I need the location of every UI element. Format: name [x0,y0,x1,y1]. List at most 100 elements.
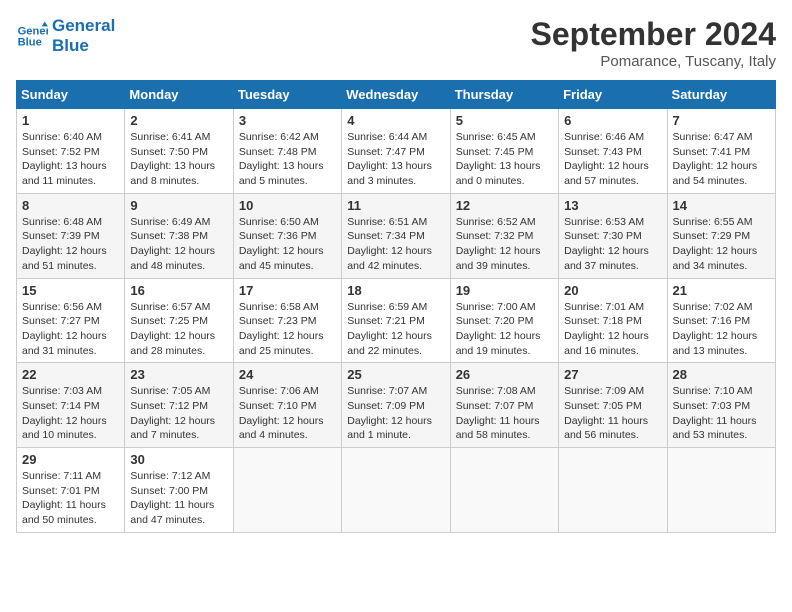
calendar-table: SundayMondayTuesdayWednesdayThursdayFrid… [16,80,776,533]
calendar-body: 1 Sunrise: 6:40 AMSunset: 7:52 PMDaylight… [17,109,776,533]
calendar-week-3: 15Sunrise: 6:56 AMSunset: 7:27 PMDayligh… [17,278,776,363]
day-number: 26 [456,367,553,382]
day-info: Sunrise: 7:01 AMSunset: 7:18 PMDaylight:… [564,300,661,359]
calendar-cell: 14Sunrise: 6:55 AMSunset: 7:29 PMDayligh… [667,193,775,278]
day-number: 5 [456,113,553,128]
day-number: 16 [130,283,227,298]
day-info: Sunrise: 6:51 AMSunset: 7:34 PMDaylight:… [347,215,444,274]
svg-text:Blue: Blue [18,36,42,48]
calendar-cell: 20 Sunrise: 7:01 AMSunset: 7:18 PMDayligh… [559,278,667,363]
calendar-week-1: 1 Sunrise: 6:40 AMSunset: 7:52 PMDaylight… [17,109,776,194]
calendar-cell: 18 Sunrise: 6:59 AMSunset: 7:21 PMDayligh… [342,278,450,363]
day-info: Sunrise: 6:48 AMSunset: 7:39 PMDaylight:… [22,215,119,274]
calendar-cell: 28 Sunrise: 7:10 AMSunset: 7:03 PMDayligh… [667,363,775,448]
calendar-cell: 22Sunrise: 7:03 AMSunset: 7:14 PMDayligh… [17,363,125,448]
calendar-cell: 19Sunrise: 7:00 AMSunset: 7:20 PMDayligh… [450,278,558,363]
day-info: Sunrise: 7:08 AMSunset: 7:07 PMDaylight:… [456,384,553,443]
day-info: Sunrise: 7:00 AMSunset: 7:20 PMDaylight:… [456,300,553,359]
calendar-cell: 12 Sunrise: 6:52 AMSunset: 7:32 PMDayligh… [450,193,558,278]
day-info: Sunrise: 6:52 AMSunset: 7:32 PMDaylight:… [456,215,553,274]
calendar-cell: 17 Sunrise: 6:58 AMSunset: 7:23 PMDayligh… [233,278,341,363]
calendar-cell [450,448,558,533]
day-info: Sunrise: 7:06 AMSunset: 7:10 PMDaylight:… [239,384,336,443]
calendar-cell: 10 Sunrise: 6:50 AMSunset: 7:36 PMDayligh… [233,193,341,278]
calendar-cell [233,448,341,533]
day-number: 27 [564,367,661,382]
day-number: 12 [456,198,553,213]
day-info: Sunrise: 7:10 AMSunset: 7:03 PMDaylight:… [673,384,770,443]
calendar-cell: 25Sunrise: 7:07 AMSunset: 7:09 PMDayligh… [342,363,450,448]
title-block: September 2024 Pomarance, Tuscany, Italy [531,16,776,70]
calendar-cell [667,448,775,533]
day-number: 6 [564,113,661,128]
calendar-cell: 6 Sunrise: 6:46 AMSunset: 7:43 PMDaylight… [559,109,667,194]
calendar-week-2: 8 Sunrise: 6:48 AMSunset: 7:39 PMDaylight… [17,193,776,278]
logo-icon: General Blue [16,20,48,52]
header-sunday: Sunday [17,81,125,109]
calendar-cell: 3 Sunrise: 6:42 AMSunset: 7:48 PMDaylight… [233,109,341,194]
day-info: Sunrise: 6:41 AMSunset: 7:50 PMDaylight:… [130,130,227,189]
calendar-cell: 16 Sunrise: 6:57 AMSunset: 7:25 PMDayligh… [125,278,233,363]
day-info: Sunrise: 6:44 AMSunset: 7:47 PMDaylight:… [347,130,444,189]
page-header: General Blue General Blue September 2024… [16,16,776,70]
day-number: 3 [239,113,336,128]
calendar-cell: 27 Sunrise: 7:09 AMSunset: 7:05 PMDayligh… [559,363,667,448]
location-subtitle: Pomarance, Tuscany, Italy [531,53,776,70]
day-info: Sunrise: 6:46 AMSunset: 7:43 PMDaylight:… [564,130,661,189]
day-info: Sunrise: 6:57 AMSunset: 7:25 PMDaylight:… [130,300,227,359]
calendar-cell: 15Sunrise: 6:56 AMSunset: 7:27 PMDayligh… [17,278,125,363]
day-info: Sunrise: 6:50 AMSunset: 7:36 PMDaylight:… [239,215,336,274]
day-number: 17 [239,283,336,298]
svg-text:General: General [18,25,48,37]
calendar-cell: 30 Sunrise: 7:12 AMSunset: 7:00 PMDayligh… [125,448,233,533]
day-number: 30 [130,452,227,467]
day-number: 28 [673,367,770,382]
day-info: Sunrise: 6:53 AMSunset: 7:30 PMDaylight:… [564,215,661,274]
day-number: 29 [22,452,119,467]
day-info: Sunrise: 6:49 AMSunset: 7:38 PMDaylight:… [130,215,227,274]
calendar-cell: 23Sunrise: 7:05 AMSunset: 7:12 PMDayligh… [125,363,233,448]
calendar-cell: 24 Sunrise: 7:06 AMSunset: 7:10 PMDayligh… [233,363,341,448]
day-info: Sunrise: 7:09 AMSunset: 7:05 PMDaylight:… [564,384,661,443]
logo-text2: Blue [52,36,115,56]
day-number: 13 [564,198,661,213]
day-info: Sunrise: 6:56 AMSunset: 7:27 PMDaylight:… [22,300,119,359]
calendar-week-4: 22Sunrise: 7:03 AMSunset: 7:14 PMDayligh… [17,363,776,448]
logo-text: General [52,16,115,36]
day-number: 9 [130,198,227,213]
day-info: Sunrise: 6:42 AMSunset: 7:48 PMDaylight:… [239,130,336,189]
day-number: 8 [22,198,119,213]
header-saturday: Saturday [667,81,775,109]
day-info: Sunrise: 7:12 AMSunset: 7:00 PMDaylight:… [130,469,227,528]
logo: General Blue General Blue [16,16,115,55]
day-number: 14 [673,198,770,213]
month-title: September 2024 [531,16,776,53]
calendar-cell [559,448,667,533]
day-number: 7 [673,113,770,128]
header-wednesday: Wednesday [342,81,450,109]
day-number: 10 [239,198,336,213]
day-info: Sunrise: 6:40 AMSunset: 7:52 PMDaylight:… [22,130,119,189]
calendar-cell: 13 Sunrise: 6:53 AMSunset: 7:30 PMDayligh… [559,193,667,278]
day-info: Sunrise: 6:59 AMSunset: 7:21 PMDaylight:… [347,300,444,359]
day-number: 18 [347,283,444,298]
calendar-cell: 9 Sunrise: 6:49 AMSunset: 7:38 PMDaylight… [125,193,233,278]
calendar-header-row: SundayMondayTuesdayWednesdayThursdayFrid… [17,81,776,109]
day-info: Sunrise: 6:58 AMSunset: 7:23 PMDaylight:… [239,300,336,359]
day-number: 21 [673,283,770,298]
day-number: 20 [564,283,661,298]
calendar-week-5: 29 Sunrise: 7:11 AMSunset: 7:01 PMDayligh… [17,448,776,533]
calendar-cell: 26 Sunrise: 7:08 AMSunset: 7:07 PMDayligh… [450,363,558,448]
header-friday: Friday [559,81,667,109]
header-tuesday: Tuesday [233,81,341,109]
day-info: Sunrise: 7:05 AMSunset: 7:12 PMDaylight:… [130,384,227,443]
day-info: Sunrise: 7:03 AMSunset: 7:14 PMDaylight:… [22,384,119,443]
calendar-cell: 11Sunrise: 6:51 AMSunset: 7:34 PMDayligh… [342,193,450,278]
calendar-cell: 29 Sunrise: 7:11 AMSunset: 7:01 PMDayligh… [17,448,125,533]
day-number: 24 [239,367,336,382]
header-monday: Monday [125,81,233,109]
day-info: Sunrise: 6:47 AMSunset: 7:41 PMDaylight:… [673,130,770,189]
day-number: 2 [130,113,227,128]
day-number: 1 [22,113,119,128]
day-info: Sunrise: 7:11 AMSunset: 7:01 PMDaylight:… [22,469,119,528]
